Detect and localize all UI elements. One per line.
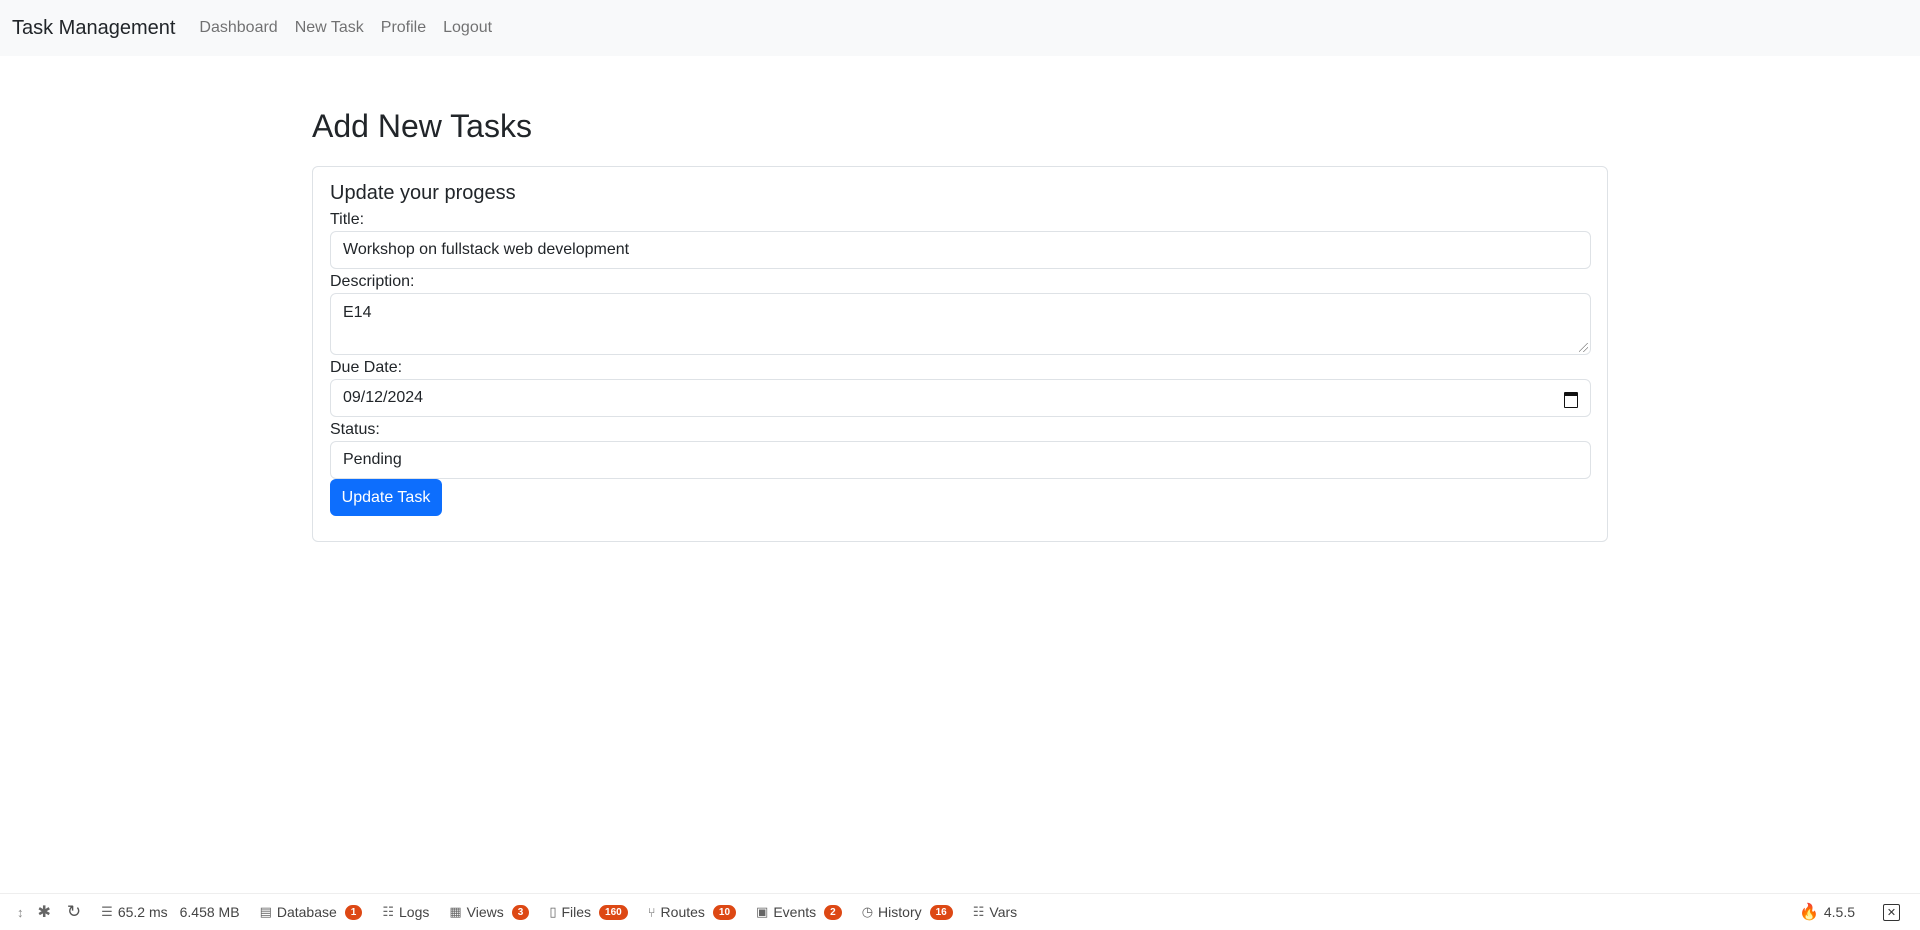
- main-container: Add New Tasks Update your progess Title:…: [312, 100, 1608, 542]
- resize-toolbar-icon[interactable]: ↕: [17, 905, 24, 920]
- toolbar-history[interactable]: ◷ History 16: [862, 904, 953, 920]
- toolbar-views-badge: 3: [511, 904, 530, 920]
- title-label: Title:: [330, 211, 365, 228]
- description-textarea[interactable]: E14: [330, 293, 1591, 355]
- due-date-value: 09/12/2024: [343, 389, 424, 406]
- task-form: Update your progess Title: Workshop on f…: [330, 179, 1591, 516]
- title-input-value: Workshop on fullstack web development: [343, 241, 630, 258]
- toolbar-timer[interactable]: ☰ 65.2 ms 6.458 MB: [101, 904, 239, 920]
- debug-toolbar: ↕ ✱ ↻ ☰ 65.2 ms 6.458 MB ▤ Database 1 ☷ …: [0, 893, 1920, 930]
- toolbar-right: 🔥 4.5.5 ✕: [1799, 894, 1900, 930]
- history-icon: ◷: [861, 904, 874, 919]
- card-title: Update your progess: [330, 182, 516, 204]
- nav-link-dashboard[interactable]: Dashboard: [199, 19, 277, 37]
- navbar: Task Management Dashboard New Task Profi…: [0, 0, 1920, 56]
- reload-icon[interactable]: ↻: [67, 902, 81, 922]
- toolbar-time: 65.2 ms: [117, 904, 168, 920]
- views-icon: ▦: [449, 904, 462, 919]
- due-date-input[interactable]: 09/12/2024: [330, 379, 1591, 417]
- toolbar-files-label: Files: [561, 904, 592, 920]
- task-form-card: Update your progess Title: Workshop on f…: [312, 166, 1608, 542]
- toolbar-vars-label: Vars: [989, 904, 1018, 920]
- navbar-brand[interactable]: Task Management: [12, 17, 175, 40]
- status-value: Pending: [343, 451, 402, 468]
- toolbar-memory: 6.458 MB: [179, 904, 240, 920]
- due-date-label: Due Date:: [330, 359, 403, 376]
- toolbar-database-label: Database: [276, 904, 337, 920]
- status-input[interactable]: Pending: [330, 441, 1591, 479]
- toolbar-views-label: Views: [466, 904, 504, 920]
- status-label: Status:: [330, 421, 380, 438]
- toolbar-files[interactable]: ▯ Files 160: [549, 904, 628, 920]
- toolbar-events[interactable]: ▣ Events 2: [756, 904, 842, 920]
- toolbar-logs[interactable]: ☷ Logs: [382, 904, 429, 920]
- page-title: Add New Tasks: [312, 108, 532, 144]
- database-icon: ▤: [259, 904, 272, 919]
- routes-icon: ⑂: [647, 904, 656, 920]
- files-icon: ▯: [549, 904, 557, 919]
- description-label: Description:: [330, 273, 415, 290]
- close-toolbar-icon[interactable]: ✕: [1883, 903, 1900, 921]
- update-task-button[interactable]: Update Task: [330, 479, 442, 516]
- toolbar-history-label: History: [878, 904, 922, 920]
- toolbar-views[interactable]: ▦ Views 3: [449, 904, 530, 920]
- list-icon: ☷: [972, 904, 985, 919]
- toolbar-history-badge: 16: [929, 904, 953, 920]
- settings-gear-icon[interactable]: ✱: [38, 902, 51, 922]
- toolbar-events-badge: 2: [824, 904, 842, 920]
- toolbar-vars[interactable]: ☷ Vars: [973, 904, 1017, 920]
- toolbar-database[interactable]: ▤ Database 1: [260, 904, 363, 920]
- description-value: E14: [343, 304, 372, 321]
- resize-handle-icon[interactable]: [1579, 343, 1588, 352]
- toolbar-routes[interactable]: ⑂ Routes 10: [647, 904, 737, 920]
- nav-link-logout[interactable]: Logout: [443, 19, 492, 37]
- toolbar-routes-label: Routes: [660, 904, 705, 920]
- events-icon: ▣: [756, 904, 769, 919]
- calendar-icon[interactable]: [1564, 391, 1578, 408]
- timeline-icon: ☰: [101, 904, 113, 919]
- title-input[interactable]: Workshop on fullstack web development: [330, 231, 1591, 269]
- list-icon: ☷: [382, 904, 395, 919]
- toolbar-version: 4.5.5: [1823, 904, 1855, 920]
- toolbar-events-label: Events: [773, 904, 817, 920]
- toolbar-files-badge: 160: [599, 904, 628, 920]
- codeigniter-flame-icon: 🔥: [1798, 904, 1819, 921]
- toolbar-routes-badge: 10: [712, 904, 737, 920]
- nav-link-new-task[interactable]: New Task: [295, 19, 364, 37]
- nav-link-profile[interactable]: Profile: [381, 19, 426, 37]
- toolbar-logs-label: Logs: [399, 904, 430, 920]
- toolbar-database-badge: 1: [344, 904, 363, 920]
